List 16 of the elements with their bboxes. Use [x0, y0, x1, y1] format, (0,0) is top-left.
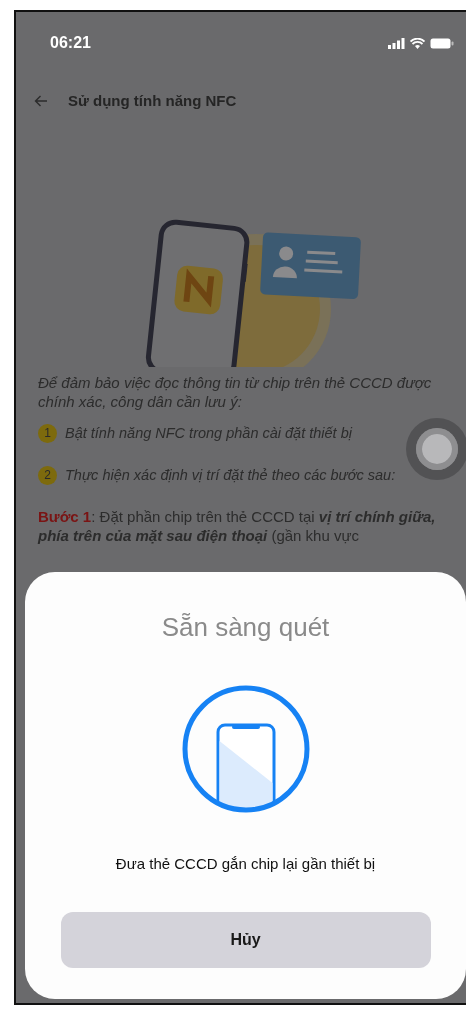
sheet-title: Sẵn sàng quét	[161, 612, 330, 643]
instruction-text: Để đảm bảo việc đọc thông tin từ chip trên thẻ CCCD được chính xác, công dân cần lưu ý:	[38, 373, 433, 411]
wifi-icon	[410, 37, 425, 49]
back-arrow-icon[interactable]	[34, 94, 48, 107]
note-text: Bật tính năng NFC trong phần cài đặt thiết bị	[65, 425, 352, 441]
note-text: Thực hiện xác định vị trí đặt thẻ theo các bước sau:	[65, 467, 396, 483]
page-title: Sử dụng tính năng NFC	[68, 92, 237, 109]
cancel-button[interactable]: Hủy	[60, 912, 431, 968]
status-time: 06:21	[50, 34, 91, 52]
step-text: Bước 1: Đặt phần chip trên thẻ CCCD tại vị trí chính giữa, phía trên của mặt sau điện thoại (gần khu vực	[38, 507, 437, 545]
assistive-touch-button[interactable]	[406, 418, 466, 480]
step-number-badge: 1	[38, 423, 57, 443]
signal-icon	[388, 37, 405, 49]
battery-icon	[430, 37, 454, 49]
step-number-badge: 2	[38, 465, 57, 485]
sheet-message: Đưa thẻ CCCD gắn chip lại gần thiết bị	[115, 855, 376, 872]
